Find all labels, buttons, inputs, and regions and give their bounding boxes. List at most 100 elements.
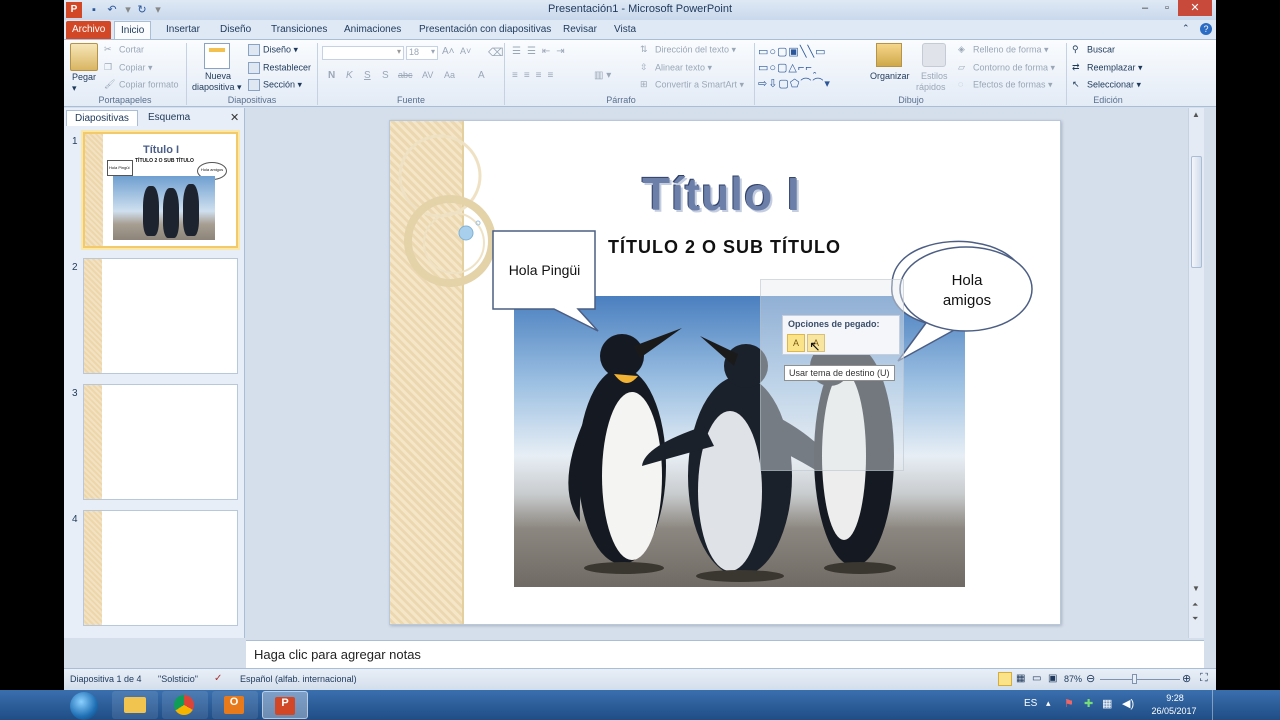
maximize-button[interactable]: ▫ (1156, 0, 1178, 16)
outlook-taskbar-button[interactable]: O (212, 691, 258, 719)
new-slide-icon[interactable] (204, 43, 230, 69)
normal-view-icon[interactable] (998, 672, 1012, 686)
shape-fill-button[interactable]: ◈ Relleno de forma ▾ (958, 44, 1049, 56)
security-icon[interactable]: ✚ (1084, 697, 1093, 710)
zoom-slider-thumb[interactable] (1132, 674, 1137, 684)
clear-format-button[interactable]: ⌫ (488, 46, 504, 59)
find-button[interactable]: ⚲ Buscar (1072, 44, 1115, 56)
change-case-button[interactable]: Aa (444, 70, 455, 80)
zoom-level[interactable]: 87% (1064, 674, 1082, 684)
previous-slide-icon[interactable]: ⏶ (1192, 600, 1198, 610)
theme-name[interactable]: "Solsticio" (158, 674, 198, 684)
slide-thumbnail-1[interactable]: Título I TÍTULO 2 O SUB TÍTULO Hola Ping… (83, 132, 238, 248)
bold-button[interactable]: N (328, 70, 335, 81)
callout-left-text[interactable]: Hola Pingüi (493, 262, 596, 278)
clock-time[interactable]: 9:28 (1148, 693, 1202, 703)
reset-button[interactable]: Restablecer (248, 62, 311, 74)
font-color-button[interactable]: A (478, 70, 485, 81)
network-icon[interactable]: ▦ (1102, 697, 1112, 710)
select-button[interactable]: ↖ Seleccionar ▾ (1072, 79, 1141, 91)
slideshow-icon[interactable]: ▣ (1048, 673, 1057, 684)
quick-styles-label-2[interactable]: rápidos (916, 82, 946, 92)
grow-font-button[interactable]: A˄ (442, 46, 455, 57)
tab-revisar[interactable]: Revisar (557, 21, 603, 39)
quick-styles-label-1[interactable]: Estilos (921, 71, 948, 81)
callout-right-text[interactable]: Hola amigos (926, 271, 1008, 311)
scroll-up-icon[interactable]: ▲ (1192, 110, 1200, 119)
close-panel-icon[interactable]: ✕ (230, 111, 239, 124)
arrange-button[interactable]: Organizar (870, 71, 910, 81)
notes-placeholder[interactable]: Haga clic para agregar notas (254, 647, 421, 662)
minimize-button[interactable]: – (1134, 0, 1156, 16)
scroll-thumb[interactable] (1191, 156, 1202, 268)
align-buttons[interactable]: ≡≡≡≡ (512, 70, 559, 81)
paste-button[interactable]: Pegar (72, 72, 96, 82)
align-text-button[interactable]: ⇳ Alinear texto ▾ (640, 62, 712, 74)
use-destination-theme-icon[interactable]: A (787, 334, 805, 352)
slide-thumbnail-3[interactable] (83, 384, 238, 500)
text-direction-button[interactable]: ⇅ Dirección del texto ▾ (640, 44, 736, 56)
spacing-button[interactable]: AV (422, 70, 433, 80)
slide-subtitle[interactable]: TÍTULO 2 O SUB TÍTULO (608, 237, 841, 258)
explorer-taskbar-button[interactable] (112, 691, 158, 719)
reading-view-icon[interactable]: ▭ (1032, 673, 1041, 684)
tab-inicio[interactable]: Inicio (114, 21, 152, 39)
help-icon[interactable]: ? (1200, 23, 1212, 35)
underline-button[interactable]: S (364, 70, 371, 81)
slide-sorter-icon[interactable]: ▦ (1016, 673, 1025, 684)
font-size-combo[interactable]: 18 ▾ (406, 46, 438, 60)
tab-archivo[interactable]: Archivo (66, 21, 112, 39)
spellcheck-icon[interactable]: ✓ (214, 673, 222, 684)
slide-title[interactable]: Título I (642, 167, 801, 221)
quick-styles-icon[interactable] (922, 43, 946, 67)
zoom-out-icon[interactable]: ⊖ (1086, 672, 1095, 685)
tab-outline[interactable]: Esquema (140, 110, 198, 126)
volume-icon[interactable]: ◀) (1122, 697, 1134, 710)
tab-diseno[interactable]: Diseño (214, 21, 257, 39)
smartart-button[interactable]: ⊞ Convertir a SmartArt ▾ (640, 79, 744, 91)
cut-button[interactable]: ✂ Cortar (104, 44, 144, 56)
list-buttons[interactable]: ☰☰⇤⇥ (512, 46, 571, 57)
language-indicator[interactable]: Español (alfab. internacional) (240, 674, 357, 684)
tab-insertar[interactable]: Insertar (160, 21, 206, 39)
action-center-icon[interactable]: ⚑ (1064, 697, 1074, 710)
language-bar[interactable]: ES (1024, 698, 1037, 709)
shape-effects-button[interactable]: ◌ Efectos de formas ▾ (958, 79, 1053, 91)
slide-thumbnail-4[interactable] (83, 510, 238, 626)
section-button[interactable]: Sección ▾ (248, 79, 302, 91)
tab-slides[interactable]: Diapositivas (66, 110, 138, 126)
font-name-combo[interactable]: ▾ (322, 46, 404, 60)
show-desktop-button[interactable] (1212, 690, 1220, 720)
slide-thumbnail-2[interactable] (83, 258, 238, 374)
columns-button[interactable]: ▥ ▾ (594, 70, 611, 81)
copy-button[interactable]: ❐ Copiar ▾ (104, 62, 153, 74)
slide-canvas[interactable]: Título I TÍTULO 2 O SUB TÍTULO Hola Ping… (389, 120, 1061, 625)
scroll-down-icon[interactable]: ▼ (1192, 584, 1200, 593)
shape-outline-button[interactable]: ▱ Contorno de forma ▾ (958, 62, 1055, 74)
tab-animaciones[interactable]: Animaciones (338, 21, 407, 39)
new-slide-label-2[interactable]: diapositiva ▾ (192, 82, 242, 93)
layout-button[interactable]: Diseño ▾ (248, 44, 298, 56)
tab-vista[interactable]: Vista (608, 21, 642, 39)
paste-icon[interactable] (70, 43, 98, 71)
close-button[interactable]: ✕ (1178, 0, 1212, 16)
strikethrough-button[interactable]: abc (398, 70, 413, 80)
paste-dropdown-icon[interactable]: ▾ (72, 83, 77, 94)
fit-to-window-icon[interactable]: ⛶ (1200, 672, 1208, 685)
format-painter-button[interactable]: 🖌 Copiar formato (104, 79, 179, 91)
notes-pane[interactable]: Haga clic para agregar notas (246, 640, 1204, 668)
zoom-in-icon[interactable]: ⊕ (1182, 672, 1191, 685)
tab-transiciones[interactable]: Transiciones (265, 21, 333, 39)
vertical-scrollbar[interactable]: ▲ ▼ ⏶ ⏷ (1188, 108, 1204, 638)
shadow-button[interactable]: S (382, 70, 389, 81)
arrange-icon[interactable] (876, 43, 902, 67)
tab-presentacion[interactable]: Presentación con diapositivas (413, 21, 557, 39)
shrink-font-button[interactable]: A˅ (460, 46, 471, 56)
clock-date[interactable]: 26/05/2017 (1144, 706, 1204, 716)
tray-expand-icon[interactable]: ▴ (1046, 698, 1051, 709)
chrome-taskbar-button[interactable] (162, 691, 208, 719)
next-slide-icon[interactable]: ⏷ (1192, 614, 1198, 624)
collapse-ribbon-icon[interactable]: ⌃ (1182, 23, 1194, 35)
zoom-slider-track[interactable] (1100, 679, 1180, 680)
replace-button[interactable]: ⇄ Reemplazar ▾ (1072, 62, 1143, 74)
